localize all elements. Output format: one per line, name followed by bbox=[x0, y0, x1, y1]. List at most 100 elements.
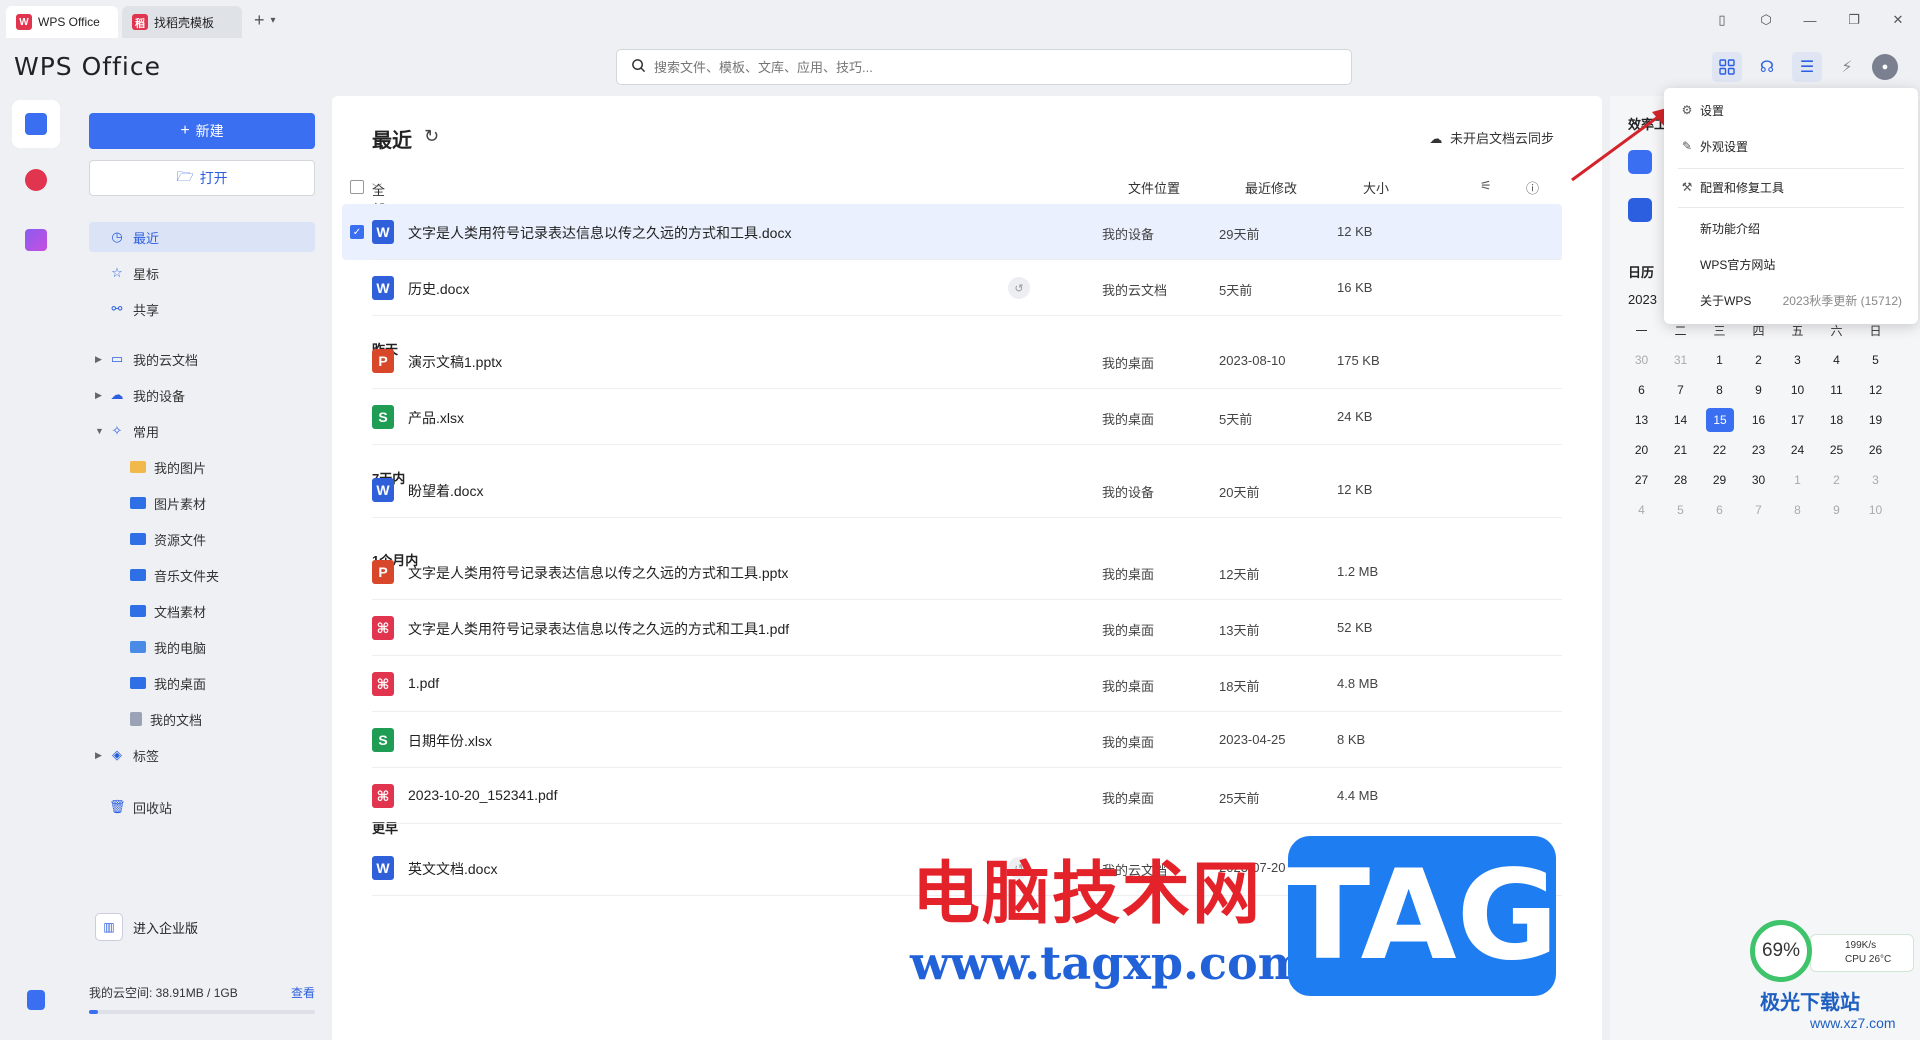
calendar-day[interactable]: 28 bbox=[1661, 468, 1700, 492]
menu-item-whatsnew[interactable]: 新功能介绍 bbox=[1680, 214, 1902, 242]
calendar-day[interactable]: 9 bbox=[1739, 378, 1778, 402]
chevron-right-icon[interactable]: ▶ bbox=[95, 354, 102, 365]
calendar-day[interactable]: 3 bbox=[1778, 348, 1817, 372]
sidebar-folder[interactable]: 音乐文件夹 bbox=[130, 560, 219, 590]
sidebar-folder[interactable]: 图片素材 bbox=[130, 488, 206, 518]
minimize-icon[interactable]: — bbox=[1788, 13, 1832, 28]
calendar-day[interactable]: 30 bbox=[1622, 348, 1661, 372]
layout-icon[interactable]: ▯ bbox=[1700, 12, 1744, 28]
sidebar-item-device[interactable]: ▶ ☁ 我的设备 bbox=[95, 380, 185, 410]
rail-enterprise[interactable] bbox=[12, 976, 60, 1024]
tab-wps-office[interactable]: W WPS Office bbox=[6, 6, 118, 38]
add-tab-icon[interactable]: + bbox=[254, 10, 265, 31]
menu-item-about[interactable]: 关于WPS 2023秋季更新 (15712) bbox=[1680, 286, 1902, 314]
file-row[interactable]: S 日期年份.xlsx 我的桌面 2023-04-25 8 KB bbox=[342, 712, 1562, 768]
file-row[interactable]: ✓ W 文字是人类用符号记录表达信息以传之久远的方式和工具.docx 我的设备 29天前… bbox=[342, 204, 1562, 260]
row-checkbox[interactable]: ✓ bbox=[350, 225, 364, 239]
file-row[interactable]: ⌘ 1.pdf 我的桌面 18天前 4.8 MB bbox=[342, 656, 1562, 712]
menu-item-repair[interactable]: ⚒ 配置和修复工具 bbox=[1680, 173, 1902, 201]
menu-icon[interactable]: ☰ bbox=[1792, 52, 1822, 82]
menu-item-website[interactable]: WPS官方网站 bbox=[1680, 250, 1902, 278]
apps-grid-icon[interactable] bbox=[1712, 52, 1742, 82]
calendar-day[interactable]: 2 bbox=[1739, 348, 1778, 372]
calendar-day[interactable]: 1 bbox=[1700, 348, 1739, 372]
calendar-day[interactable]: 8 bbox=[1778, 498, 1817, 522]
calendar-day[interactable]: 23 bbox=[1739, 438, 1778, 462]
calendar-day[interactable]: 7 bbox=[1661, 378, 1700, 402]
calendar-day[interactable]: 3 bbox=[1856, 468, 1895, 492]
calendar-day[interactable]: 31 bbox=[1661, 348, 1700, 372]
chevron-down-icon[interactable]: ▼ bbox=[95, 426, 104, 436]
calendar-day[interactable]: 22 bbox=[1700, 438, 1739, 462]
rail-docs[interactable] bbox=[12, 100, 60, 148]
calendar-day[interactable]: 27 bbox=[1622, 468, 1661, 492]
sidebar-item-shared[interactable]: ⚯ 共享 bbox=[109, 294, 159, 324]
sidebar-item-tags[interactable]: ▶ ◈ 标签 bbox=[95, 740, 159, 770]
calendar-day[interactable]: 8 bbox=[1700, 378, 1739, 402]
column-modified[interactable]: 最近修改 bbox=[1245, 178, 1297, 197]
sidebar-folder[interactable]: 我的电脑 bbox=[130, 632, 206, 662]
enterprise-button[interactable]: ▥ 进入企业版 bbox=[95, 912, 198, 942]
calendar-day-today[interactable]: 15 bbox=[1706, 408, 1734, 432]
calendar-day[interactable]: 4 bbox=[1817, 348, 1856, 372]
menu-item-settings[interactable]: ⚙ 设置 bbox=[1680, 96, 1902, 124]
sidebar-item-starred[interactable]: ☆ 星标 bbox=[109, 258, 159, 288]
lightning-icon[interactable]: ⚡ bbox=[1832, 52, 1862, 82]
calendar-day[interactable]: 6 bbox=[1622, 378, 1661, 402]
search-input[interactable] bbox=[654, 59, 1294, 75]
new-button[interactable]: + 新建 bbox=[89, 113, 315, 149]
select-all-checkbox[interactable] bbox=[350, 180, 364, 194]
sidebar-folder[interactable]: 资源文件 bbox=[130, 524, 206, 554]
menu-item-appearance[interactable]: ✎ 外观设置 bbox=[1680, 132, 1902, 160]
calendar-day[interactable]: 10 bbox=[1856, 498, 1895, 522]
calendar-day[interactable]: 6 bbox=[1700, 498, 1739, 522]
chevron-down-icon[interactable]: ▾ bbox=[271, 15, 276, 26]
calendar-day[interactable]: 12 bbox=[1856, 378, 1895, 402]
sidebar-item-cloud[interactable]: ▶ ▭ 我的云文档 bbox=[95, 344, 198, 374]
refresh-icon[interactable]: ↻ bbox=[424, 126, 439, 147]
calendar-day[interactable]: 19 bbox=[1856, 408, 1895, 432]
calendar-day[interactable]: 29 bbox=[1700, 468, 1739, 492]
calendar-day[interactable]: 18 bbox=[1817, 408, 1856, 432]
column-location[interactable]: 文件位置 bbox=[1128, 178, 1180, 197]
file-row[interactable]: ⌘ 文字是人类用符号记录表达信息以传之久远的方式和工具1.pdf 我的桌面 13天前 5… bbox=[342, 600, 1562, 656]
chevron-right-icon[interactable]: ▶ bbox=[95, 750, 102, 761]
file-row[interactable]: P 演示文稿1.pptx 我的桌面 2023-08-10 175 KB bbox=[342, 333, 1562, 389]
tab-template[interactable]: 稻 找稻壳模板 bbox=[122, 6, 242, 38]
calendar-day[interactable]: 14 bbox=[1661, 408, 1700, 432]
column-settings-icon[interactable]: ⚟ bbox=[1480, 178, 1492, 194]
calendar-day[interactable]: 25 bbox=[1817, 438, 1856, 462]
cube-icon[interactable]: ⬡ bbox=[1744, 12, 1788, 28]
tool-icon[interactable] bbox=[1628, 198, 1652, 222]
calendar-day[interactable]: 1 bbox=[1778, 468, 1817, 492]
file-row[interactable]: S 产品.xlsx 我的桌面 5天前 24 KB bbox=[342, 389, 1562, 445]
calendar-day[interactable]: 20 bbox=[1622, 438, 1661, 462]
rail-apps[interactable] bbox=[12, 216, 60, 264]
sidebar-folder[interactable]: 我的桌面 bbox=[130, 668, 206, 698]
calendar-day[interactable]: 24 bbox=[1778, 438, 1817, 462]
calendar-day[interactable]: 7 bbox=[1739, 498, 1778, 522]
rail-docer[interactable] bbox=[12, 156, 60, 204]
calendar-day[interactable]: 10 bbox=[1778, 378, 1817, 402]
sidebar-item-common[interactable]: ▼ ✧ 常用 bbox=[95, 416, 159, 446]
calendar-day[interactable]: 5 bbox=[1661, 498, 1700, 522]
cloud-sync-status[interactable]: ☁ 未开启文档云同步 bbox=[1429, 128, 1554, 147]
search-box[interactable] bbox=[616, 49, 1352, 85]
sidebar-item-trash[interactable]: 🗑 回收站 bbox=[109, 792, 172, 822]
info-icon[interactable]: ⓘ bbox=[1526, 178, 1539, 197]
calendar-day[interactable]: 11 bbox=[1817, 378, 1856, 402]
file-row[interactable]: P 文字是人类用符号记录表达信息以传之久远的方式和工具.pptx 我的桌面 12天前 1… bbox=[342, 544, 1562, 600]
chevron-right-icon[interactable]: ▶ bbox=[95, 390, 102, 401]
sidebar-item-recent[interactable]: ◷ 最近 bbox=[89, 222, 315, 252]
view-space-link[interactable]: 查看 bbox=[291, 984, 315, 1001]
file-row[interactable]: ⌘ 2023-10-20_152341.pdf 我的桌面 25天前 4.4 MB bbox=[342, 768, 1562, 824]
calendar-day[interactable]: 13 bbox=[1622, 408, 1661, 432]
calendar-day[interactable]: 21 bbox=[1661, 438, 1700, 462]
calendar-day[interactable]: 2 bbox=[1817, 468, 1856, 492]
calendar-day[interactable]: 26 bbox=[1856, 438, 1895, 462]
calendar-day[interactable]: 4 bbox=[1622, 498, 1661, 522]
calendar-day[interactable]: 5 bbox=[1856, 348, 1895, 372]
calendar-day[interactable]: 17 bbox=[1778, 408, 1817, 432]
performance-widget[interactable]: 199K/s CPU 26°C 69% bbox=[1750, 920, 1916, 984]
calendar-day[interactable]: 30 bbox=[1739, 468, 1778, 492]
